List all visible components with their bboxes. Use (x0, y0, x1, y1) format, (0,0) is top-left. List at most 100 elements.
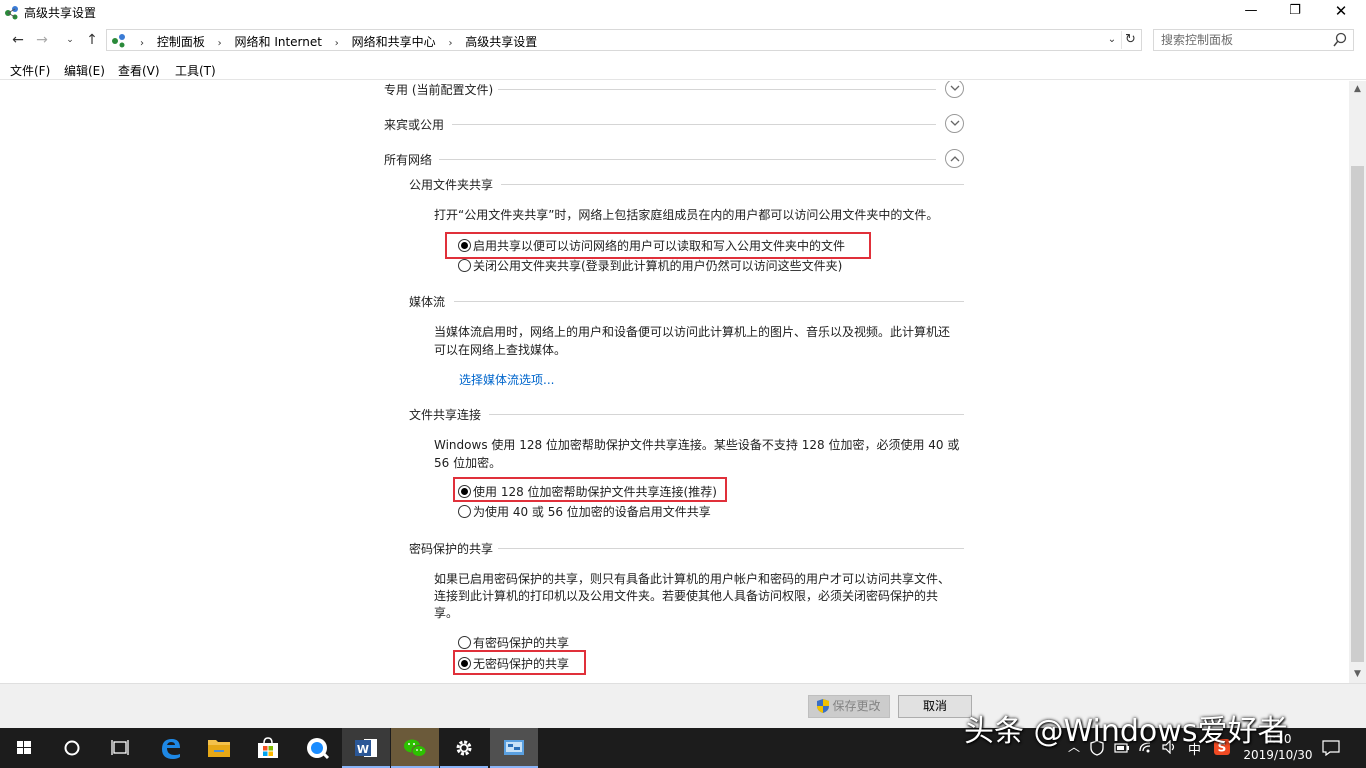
expand-chevron-icon[interactable] (945, 114, 964, 133)
menu-tools[interactable]: 工具(T) (175, 62, 216, 79)
radio-password-protected[interactable]: 有密码保护的共享 (458, 634, 569, 651)
save-changes-button[interactable]: 保存更改 (808, 695, 890, 718)
breadcrumb: › 控制面板 › 网络和 Internet › 网络和共享中心 › 高级共享设置 (131, 33, 537, 50)
menu-view[interactable]: 查看(V) (118, 62, 160, 79)
profile-all-networks-heading[interactable]: 所有网络 (384, 151, 432, 168)
scroll-down-arrow-icon[interactable]: ▼ (1349, 666, 1366, 683)
collapse-chevron-icon[interactable] (945, 149, 964, 168)
radio-button-selected[interactable] (458, 485, 471, 498)
radio-40-56bit-encryption[interactable]: 为使用 40 或 56 位加密的设备启用文件共享 (458, 503, 711, 520)
qq-browser-taskbar-button[interactable] (293, 728, 341, 768)
encryption-description-line2: 56 位加密。 (434, 456, 502, 470)
search-input[interactable] (1154, 30, 1329, 50)
password-description-line2: 连接到此计算机的打印机以及公用文件夹。若要使其他人具备访问权限，必须关闭密码保护… (434, 589, 939, 603)
restore-button[interactable]: ❐ (1272, 0, 1318, 24)
breadcrumb-separator-icon[interactable]: › (448, 38, 452, 49)
breadcrumb-network-internet[interactable]: 网络和 Internet (235, 33, 322, 50)
search-icon[interactable] (1333, 32, 1347, 48)
back-arrow-icon[interactable]: ← (8, 30, 28, 50)
control-panel-taskbar-button[interactable] (490, 728, 538, 768)
radio-disable-public-sharing[interactable]: 关闭公用文件夹共享(登录到此计算机的用户仍然可以访问这些文件夹) (458, 257, 842, 274)
store-bag-icon (258, 737, 278, 758)
menu-bar: 文件(F) 编辑(E) 查看(V) 工具(T) (0, 58, 1366, 80)
radio-enable-public-sharing[interactable]: 启用共享以便可以访问网络的用户可以读取和写入公用文件夹中的文件 (458, 237, 845, 254)
watermark-text: 头条 @Windows爱好者 (964, 714, 1288, 749)
search-box[interactable] (1153, 29, 1354, 51)
radio-button[interactable] (458, 505, 471, 518)
divider (452, 124, 936, 125)
radio-no-password-protection[interactable]: 无密码保护的共享 (458, 655, 569, 672)
save-changes-label: 保存更改 (832, 699, 881, 713)
word-icon: W (355, 739, 377, 757)
radio-128bit-encryption[interactable]: 使用 128 位加密帮助保护文件共享连接(推荐) (458, 483, 717, 500)
folder-icon (208, 740, 230, 757)
radio-label: 为使用 40 或 56 位加密的设备启用文件共享 (473, 505, 711, 519)
settings-taskbar-button[interactable] (440, 728, 488, 768)
scrollbar-thumb[interactable] (1351, 166, 1364, 662)
radio-button-selected[interactable] (458, 657, 471, 670)
svg-text:W: W (357, 743, 369, 756)
network-icon (5, 6, 18, 20)
profile-guest-heading[interactable]: 来宾或公用 (384, 116, 444, 133)
encryption-description-line1: Windows 使用 128 位加密帮助保护文件共享连接。某些设备不支持 128… (434, 438, 960, 452)
close-button[interactable]: ✕ (1318, 0, 1364, 24)
file-explorer-taskbar-button[interactable] (195, 728, 243, 768)
start-button[interactable] (0, 728, 48, 768)
scroll-up-arrow-icon[interactable]: ▲ (1349, 81, 1366, 98)
word-taskbar-button[interactable]: W (342, 728, 390, 768)
cortana-button[interactable] (48, 728, 96, 768)
media-description-line1: 当媒体流启用时，网络上的用户和设备便可以访问此计算机上的图片、音乐以及视频。此计… (434, 325, 951, 339)
address-bar[interactable]: › 控制面板 › 网络和 Internet › 网络和共享中心 › 高级共享设置… (106, 29, 1142, 51)
breadcrumb-control-panel[interactable]: 控制面板 (157, 33, 205, 50)
breadcrumb-separator-icon[interactable]: › (335, 38, 339, 49)
menu-edit[interactable]: 编辑(E) (64, 62, 105, 79)
divider (498, 548, 964, 549)
radio-button[interactable] (458, 636, 471, 649)
public-folder-description: 打开“公用文件夹共享”时，网络上包括家庭组成员在内的用户都可以访问公用文件夹中的… (434, 208, 939, 222)
breadcrumb-separator-icon[interactable]: › (218, 38, 222, 49)
public-folder-sharing-heading: 公用文件夹共享 (409, 178, 494, 192)
task-view-button[interactable] (96, 728, 144, 768)
media-streaming-heading: 媒体流 (409, 295, 446, 309)
wechat-icon (404, 739, 427, 757)
cancel-button[interactable]: 取消 (898, 695, 972, 718)
network-icon (112, 34, 125, 48)
radio-label: 使用 128 位加密帮助保护文件共享连接(推荐) (473, 485, 717, 499)
action-center-icon[interactable] (1322, 740, 1340, 756)
radio-label: 启用共享以便可以访问网络的用户可以读取和写入公用文件夹中的文件 (473, 239, 846, 253)
recent-locations-chevron-icon[interactable]: ⌄ (60, 30, 80, 50)
radio-label: 无密码保护的共享 (473, 657, 570, 671)
windows-logo-icon (17, 741, 31, 754)
vertical-scrollbar[interactable]: ▲ ▼ (1349, 81, 1366, 683)
forward-arrow-icon[interactable]: → (32, 30, 52, 50)
radio-button[interactable] (458, 259, 471, 272)
address-dropdown-icon[interactable]: ⌄ (1105, 31, 1119, 49)
cortana-circle-icon (64, 740, 80, 756)
minimize-button[interactable]: — (1228, 0, 1274, 24)
expand-chevron-icon[interactable] (945, 81, 964, 98)
edge-taskbar-button[interactable] (147, 728, 195, 768)
uac-shield-icon (817, 699, 830, 713)
refresh-icon[interactable]: ↻ (1121, 31, 1139, 49)
breadcrumb-separator-icon: › (140, 38, 144, 49)
up-arrow-icon[interactable]: ↑ (82, 30, 102, 50)
file-sharing-connections-heading: 文件共享连接 (409, 408, 482, 422)
divider (489, 414, 964, 415)
breadcrumb-advanced-sharing[interactable]: 高级共享设置 (465, 33, 537, 50)
media-description-line2: 可以在网络上查找媒体。 (434, 343, 567, 357)
store-taskbar-button[interactable] (244, 728, 292, 768)
radio-button-selected[interactable] (458, 239, 471, 252)
edge-icon (162, 739, 180, 759)
profile-private-heading[interactable]: 专用 (当前配置文件) (384, 81, 493, 98)
divider (501, 184, 964, 185)
divider (454, 301, 964, 302)
settings-content: 专用 (当前配置文件) 来宾或公用 所有网络 公用文件夹共享 打开“公用文件夹共… (0, 81, 1349, 683)
qq-browser-icon (307, 738, 330, 760)
task-view-icon (111, 740, 129, 755)
menu-file[interactable]: 文件(F) (10, 62, 50, 79)
breadcrumb-network-sharing-center[interactable]: 网络和共享中心 (352, 33, 436, 50)
wechat-taskbar-button[interactable] (391, 728, 439, 768)
divider (498, 89, 936, 90)
gear-icon (456, 740, 472, 756)
media-streaming-options-link[interactable]: 选择媒体流选项... (459, 371, 554, 388)
